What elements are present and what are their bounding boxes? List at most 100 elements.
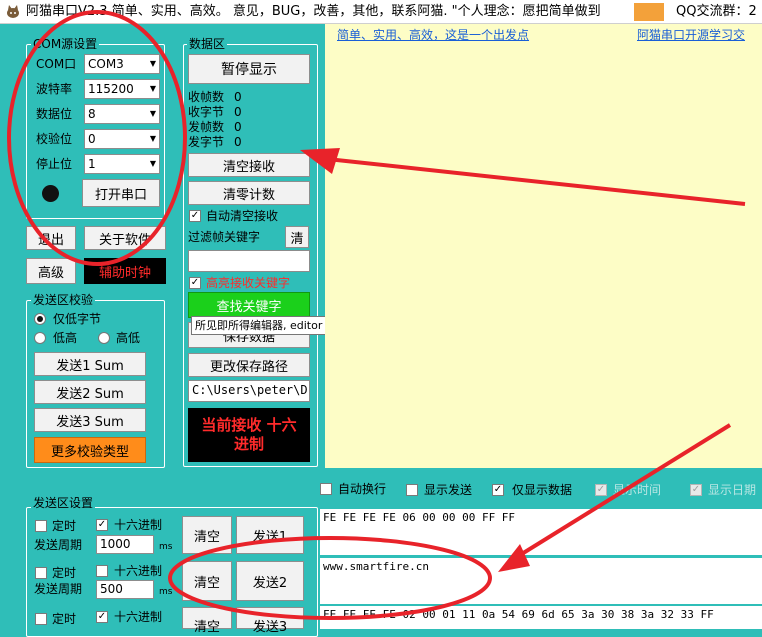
show-date-checkbox[interactable]: ✓ <box>690 484 702 496</box>
clear-receive-button[interactable]: 清空接收 <box>188 153 310 177</box>
low-byte-label: 仅低字节 <box>53 312 102 326</box>
low-high-radio[interactable] <box>34 332 46 344</box>
exit-button[interactable]: 退出 <box>26 226 76 250</box>
receive-textarea[interactable] <box>325 44 762 468</box>
qq-group-text: QQ交流群：2 <box>676 4 757 19</box>
timer1-label: 定时 <box>52 519 77 533</box>
baud-value: 115200 <box>88 82 134 96</box>
parity-label: 校验位 <box>36 132 73 146</box>
filter-clear-button[interactable]: 清 <box>285 226 309 248</box>
aux-clock-button[interactable]: 辅助时钟 <box>84 258 166 284</box>
tooltip: 所见即所得编辑器, editor <box>191 316 327 335</box>
dropdown-arrow-icon: ▼ <box>149 134 156 143</box>
clear-count-button[interactable]: 清零计数 <box>188 181 310 205</box>
hex1-label: 十六进制 <box>114 518 163 532</box>
change-save-path-button[interactable]: 更改保存路径 <box>188 353 310 377</box>
hex2-label: 十六进制 <box>114 564 163 578</box>
com-port-select[interactable]: COM3 ▼ <box>84 54 160 74</box>
send2-button[interactable]: 发送2 <box>236 561 304 601</box>
timer3-label: 定时 <box>52 612 77 626</box>
auto-wrap-checkbox[interactable] <box>320 483 332 495</box>
send1-button[interactable]: 发送1 <box>236 516 304 554</box>
send1-sum-button[interactable]: 发送1 Sum <box>34 352 146 376</box>
high-low-label: 高低 <box>116 331 141 345</box>
period2-label: 发送周期 <box>34 582 83 596</box>
parity-value: 0 <box>88 132 96 146</box>
opensource-link[interactable]: 阿猫串口开源学习交 <box>637 26 745 43</box>
period1-label: 发送周期 <box>34 538 83 552</box>
timer2-label: 定时 <box>52 566 77 580</box>
send-text-1[interactable]: FE FE FE FE 06 00 00 00 FF FF <box>320 509 762 555</box>
find-keyword-button[interactable]: 查找关键字 <box>188 292 310 318</box>
hex1-checkbox[interactable]: ✓ <box>96 519 108 531</box>
save-path-input[interactable]: C:\Users\peter\D <box>188 380 310 402</box>
clear-send2-button[interactable]: 清空 <box>182 561 232 601</box>
clear-send3-button[interactable]: 清空 <box>182 607 232 635</box>
baud-label: 波特率 <box>36 82 73 96</box>
advanced-button[interactable]: 高级 <box>26 258 76 284</box>
hex3-label: 十六进制 <box>114 610 163 624</box>
stopbits-select[interactable]: 1 ▼ <box>84 154 160 174</box>
low-byte-radio[interactable] <box>34 313 46 325</box>
open-port-button[interactable]: 打开串口 <box>82 179 160 207</box>
about-button[interactable]: 关于软件 <box>84 226 166 250</box>
auto-clear-checkbox[interactable]: ✓ <box>189 210 201 222</box>
hex2-checkbox[interactable] <box>96 565 108 577</box>
show-send-checkbox[interactable] <box>406 484 418 496</box>
show-data-only-checkbox[interactable]: ✓ <box>492 484 504 496</box>
period1-input[interactable]: 1000 <box>96 535 154 554</box>
send3-button[interactable]: 发送3 <box>236 607 304 635</box>
stopbits-label: 停止位 <box>36 157 73 171</box>
com-settings-label: COM源设置 <box>31 37 100 51</box>
more-check-types-button[interactable]: 更多校验类型 <box>34 437 146 463</box>
show-time-checkbox[interactable]: ✓ <box>595 484 607 496</box>
pause-display-button[interactable]: 暂停显示 <box>188 54 310 84</box>
period2-input[interactable]: 500 <box>96 580 154 599</box>
baud-select[interactable]: 115200 ▼ <box>84 79 160 99</box>
slogan-link[interactable]: 简单、实用、高效，这是一个出发点 <box>337 26 529 43</box>
dropdown-arrow-icon: ▼ <box>149 84 156 93</box>
databits-value: 8 <box>88 107 96 121</box>
timer3-checkbox[interactable] <box>35 613 47 625</box>
auto-clear-label: 自动清空接收 <box>206 209 279 223</box>
rx-bytes-value: 0 <box>234 105 242 119</box>
hex-status-display: 当前接收 十六进制 <box>188 408 310 462</box>
send3-sum-button[interactable]: 发送3 Sum <box>34 408 146 432</box>
period1-unit: ms <box>159 542 173 552</box>
show-date-label: 显示日期 <box>708 483 757 497</box>
filter-keyword-input[interactable] <box>188 250 310 272</box>
send2-sum-button[interactable]: 发送2 Sum <box>34 380 146 404</box>
window-titlebar: 阿猫串口V2.3 简单、实用、高效。 意见，BUG，改善，其他，联系阿猫. "个… <box>0 0 762 24</box>
low-high-label: 低高 <box>53 331 78 345</box>
dropdown-arrow-icon: ▼ <box>149 109 156 118</box>
window-title: 阿猫串口V2.3 简单、实用、高效。 意见，BUG，改善，其他，联系阿猫. "个… <box>26 4 601 19</box>
high-low-radio[interactable] <box>98 332 110 344</box>
highlight-label: 高亮接收关键字 <box>206 276 291 290</box>
send-text-2[interactable]: www.smartfire.cn <box>320 558 762 604</box>
tx-frames-value: 0 <box>234 120 242 134</box>
clear-send1-button[interactable]: 清空 <box>182 516 232 554</box>
rx-frames-label: 收帧数 <box>188 90 225 104</box>
dropdown-arrow-icon: ▼ <box>149 59 156 68</box>
show-data-only-label: 仅显示数据 <box>512 483 573 497</box>
com-port-value: COM3 <box>88 57 124 71</box>
redacted-block <box>634 3 664 21</box>
send-area-label: 发送区设置 <box>31 496 96 510</box>
hex3-checkbox[interactable]: ✓ <box>96 611 108 623</box>
data-area-label: 数据区 <box>187 37 228 51</box>
filter-keyword-label: 过滤帧关键字 <box>188 230 261 244</box>
timer1-checkbox[interactable] <box>35 520 47 532</box>
com-port-label: COM口 <box>36 57 77 71</box>
dropdown-arrow-icon: ▼ <box>149 159 156 168</box>
show-send-label: 显示发送 <box>424 483 473 497</box>
show-time-label: 显示时间 <box>613 483 662 497</box>
rx-bytes-label: 收字节 <box>188 105 225 119</box>
port-status-indicator <box>42 185 59 202</box>
auto-wrap-label: 自动换行 <box>338 482 387 496</box>
highlight-checkbox[interactable]: ✓ <box>189 277 201 289</box>
send-text-3[interactable]: FE FE FE FE 02 00 01 11 0a 54 69 6d 65 3… <box>320 606 762 629</box>
databits-select[interactable]: 8 ▼ <box>84 104 160 124</box>
stopbits-value: 1 <box>88 157 96 171</box>
timer2-checkbox[interactable] <box>35 567 47 579</box>
parity-select[interactable]: 0 ▼ <box>84 129 160 149</box>
